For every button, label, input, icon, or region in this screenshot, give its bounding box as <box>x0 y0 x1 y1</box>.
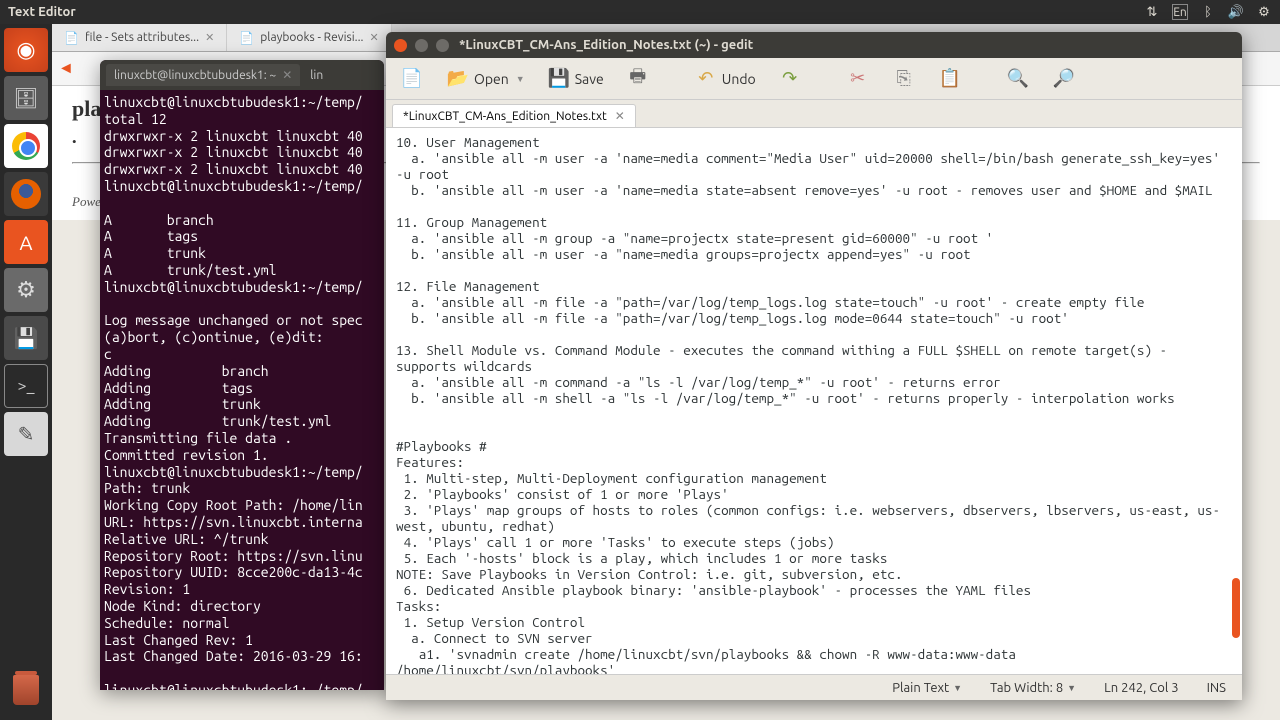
file-icon: 📄 <box>239 31 254 45</box>
back-icon[interactable]: ◄ <box>58 59 74 78</box>
open-label: Open <box>474 71 509 87</box>
close-icon[interactable]: ✕ <box>205 31 214 44</box>
close-button[interactable] <box>394 39 407 52</box>
undo-label: Undo <box>722 71 756 87</box>
redo-icon: ↷ <box>778 67 802 91</box>
copy-icon: ⎘ <box>892 67 916 91</box>
terminal-tabs: linuxcbt@linuxcbtubudesk1: ~ ✕ lin <box>100 60 384 90</box>
status-language[interactable]: Plain Text▼ <box>892 681 962 695</box>
file-icon: 📄 <box>64 31 79 45</box>
launcher-save[interactable]: 💾 <box>4 316 48 360</box>
bluetooth-icon[interactable]: ᛒ <box>1200 4 1216 20</box>
terminal-content[interactable]: linuxcbt@linuxcbtubudesk1:~/temp/ total … <box>100 90 384 690</box>
gedit-titlebar[interactable]: *LinuxCBT_CM-Ans_Edition_Notes.txt (~) -… <box>386 32 1242 58</box>
launcher-files[interactable]: 🗄 <box>4 76 48 120</box>
launcher-firefox[interactable] <box>4 172 48 216</box>
close-icon[interactable]: ✕ <box>370 31 379 44</box>
tab-label: playbooks - Revisi... <box>260 31 363 44</box>
status-cursor-position: Ln 242, Col 3 <box>1104 681 1178 695</box>
launcher-trash[interactable] <box>4 668 48 712</box>
status-insert-mode[interactable]: INS <box>1207 681 1226 695</box>
browser-tab-1[interactable]: 📄 file - Sets attributes... ✕ <box>52 24 227 51</box>
folder-open-icon: 📂 <box>446 67 470 91</box>
search-icon: 🔍 <box>1006 67 1030 91</box>
network-icon[interactable]: ⇅ <box>1144 4 1160 20</box>
file-tab-notes[interactable]: *LinuxCBT_CM-Ans_Edition_Notes.txt ✕ <box>392 104 636 127</box>
language-indicator[interactable]: En <box>1172 4 1188 20</box>
cut-button[interactable]: ✂ <box>840 63 876 95</box>
app-title: Text Editor <box>8 5 76 19</box>
close-icon[interactable]: ✕ <box>615 109 625 123</box>
redo-button[interactable]: ↷ <box>772 63 808 95</box>
editor-text: 10. User Management a. 'ansible all -m u… <box>396 134 1228 674</box>
terminal-window: linuxcbt@linuxcbtubudesk1: ~ ✕ lin linux… <box>100 60 384 690</box>
chevron-down-icon: ▼ <box>516 74 525 84</box>
save-label: Save <box>575 71 604 87</box>
find-replace-icon: 🔎 <box>1052 67 1076 91</box>
chevron-down-icon: ▼ <box>1067 683 1076 693</box>
launcher-settings[interactable]: ⚙ <box>4 268 48 312</box>
paste-icon: 📋 <box>938 67 962 91</box>
copy-button[interactable]: ⎘ <box>886 63 922 95</box>
chevron-down-icon: ▼ <box>953 683 962 693</box>
system-tray: ⇅ En ᛒ 🔊 ⚙ <box>1144 4 1272 20</box>
launcher-dash[interactable]: ◉ <box>4 28 48 72</box>
paste-button[interactable]: 📋 <box>932 63 968 95</box>
undo-icon: ↶ <box>694 67 718 91</box>
save-icon: 💾 <box>547 67 571 91</box>
launcher-terminal[interactable]: >_ <box>4 364 48 408</box>
unity-launcher: ◉ 🗄 A ⚙ 💾 >_ ✎ <box>0 24 52 720</box>
terminal-tab-1[interactable]: linuxcbt@linuxcbtubudesk1: ~ ✕ <box>106 64 300 86</box>
launcher-chrome[interactable] <box>4 124 48 168</box>
window-title: *LinuxCBT_CM-Ans_Edition_Notes.txt (~) -… <box>459 38 753 52</box>
minimize-button[interactable] <box>415 39 428 52</box>
launcher-text-editor[interactable]: ✎ <box>4 412 48 456</box>
gedit-toolbar: 📄 📂Open ▼ 💾Save 🖶 ↶Undo ↷ ✂ ⎘ 📋 🔍 🔎 <box>386 58 1242 100</box>
undo-button[interactable]: ↶Undo <box>688 63 762 95</box>
scrollbar[interactable] <box>1232 578 1240 638</box>
new-file-icon: 📄 <box>400 67 424 91</box>
window-controls <box>394 39 449 52</box>
open-button[interactable]: 📂Open ▼ <box>440 63 531 95</box>
filetab-label: *LinuxCBT_CM-Ans_Edition_Notes.txt <box>403 110 607 123</box>
gedit-file-tabs: *LinuxCBT_CM-Ans_Edition_Notes.txt ✕ <box>386 100 1242 128</box>
launcher-software-center[interactable]: A <box>4 220 48 264</box>
terminal-tab-2[interactable]: lin <box>302 65 331 86</box>
gedit-window: *LinuxCBT_CM-Ans_Edition_Notes.txt (~) -… <box>386 32 1242 700</box>
gedit-statusbar: Plain Text▼ Tab Width: 8▼ Ln 242, Col 3 … <box>386 674 1242 700</box>
status-tab-width[interactable]: Tab Width: 8▼ <box>990 681 1076 695</box>
search-button[interactable]: 🔍 <box>1000 63 1036 95</box>
save-button[interactable]: 💾Save <box>541 63 610 95</box>
cut-icon: ✂ <box>846 67 870 91</box>
print-icon: 🖶 <box>626 67 650 91</box>
tab-label: lin <box>310 69 323 82</box>
close-icon[interactable]: ✕ <box>282 68 292 82</box>
power-icon[interactable]: ⚙ <box>1256 4 1272 20</box>
browser-tab-2[interactable]: 📄 playbooks - Revisi... ✕ <box>227 24 391 51</box>
editor-content[interactable]: 10. User Management a. 'ansible all -m u… <box>386 128 1242 674</box>
tab-label: linuxcbt@linuxcbtubudesk1: ~ <box>114 69 276 82</box>
new-file-button[interactable]: 📄 <box>394 63 430 95</box>
find-replace-button[interactable]: 🔎 <box>1046 63 1082 95</box>
system-top-bar: Text Editor ⇅ En ᛒ 🔊 ⚙ <box>0 0 1280 24</box>
maximize-button[interactable] <box>436 39 449 52</box>
volume-icon[interactable]: 🔊 <box>1228 4 1244 20</box>
print-button[interactable]: 🖶 <box>620 63 656 95</box>
tab-label: file - Sets attributes... <box>85 31 199 44</box>
